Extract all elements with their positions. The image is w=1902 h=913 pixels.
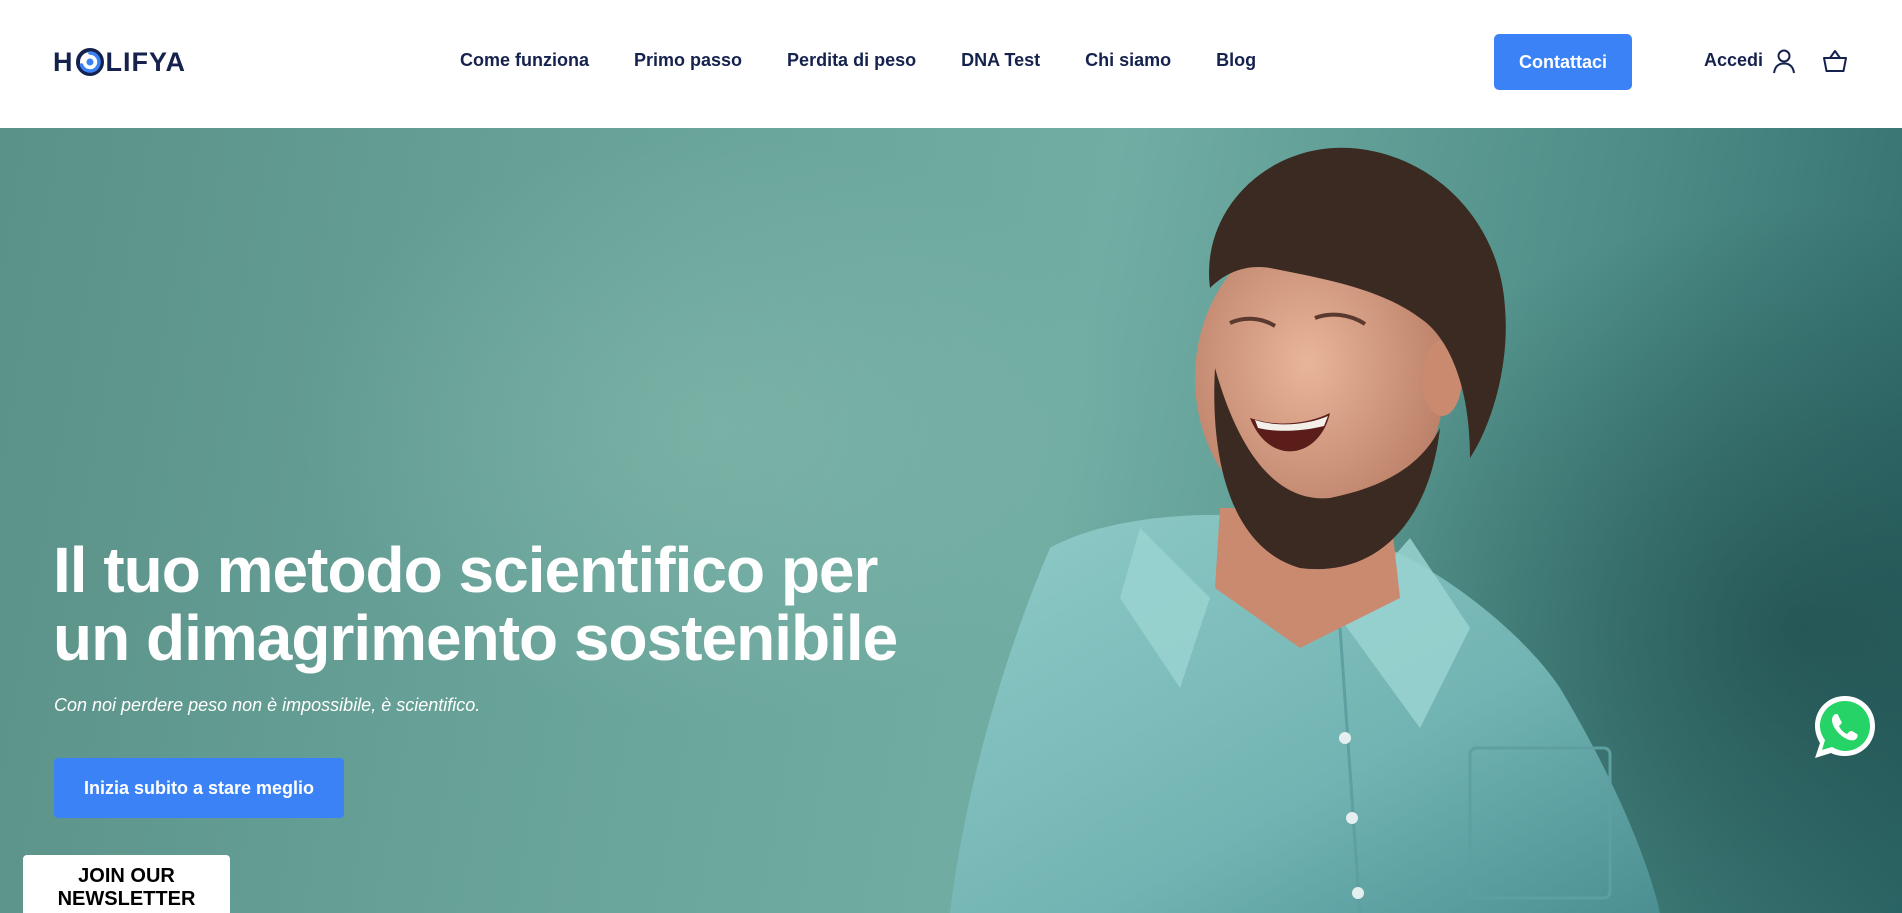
whatsapp-icon[interactable] (1810, 692, 1880, 762)
user-icon[interactable] (1772, 48, 1796, 74)
cart-icon[interactable] (1822, 48, 1848, 74)
logo-prefix: H (53, 46, 74, 77)
main-nav: Come funziona Primo passo Perdita di pes… (460, 50, 1256, 71)
nav-item-come-funziona[interactable]: Come funziona (460, 50, 589, 71)
site-header: H LIFYA Come funziona Primo passo Perdit… (0, 0, 1902, 128)
logo-suffix: LIFYA (105, 46, 187, 77)
start-now-button[interactable]: Inizia subito a stare meglio (54, 758, 344, 818)
logo-swirl-icon (75, 48, 104, 76)
newsletter-line-1: JOIN OUR (78, 865, 175, 887)
contact-button[interactable]: Contattaci (1494, 34, 1632, 90)
hero-title: Il tuo metodo scientifico per un dimagri… (53, 534, 898, 674)
nav-item-chi-siamo[interactable]: Chi siamo (1085, 50, 1171, 71)
newsletter-tab[interactable]: JOIN OUR NEWSLETTER (23, 855, 230, 913)
newsletter-line-2: NEWSLETTER (57, 888, 196, 910)
login-link[interactable]: Accedi (1704, 50, 1763, 71)
nav-item-dna-test[interactable]: DNA Test (961, 50, 1040, 71)
nav-item-perdita-di-peso[interactable]: Perdita di peso (787, 50, 916, 71)
nav-item-primo-passo[interactable]: Primo passo (634, 50, 742, 71)
hero-subtitle: Con noi perdere peso non è impossibile, … (54, 695, 481, 715)
hero-banner: Il tuo metodo scientifico per un dimagri… (0, 128, 1902, 913)
brand-logo[interactable]: H LIFYA (53, 44, 186, 80)
nav-item-blog[interactable]: Blog (1216, 50, 1256, 71)
